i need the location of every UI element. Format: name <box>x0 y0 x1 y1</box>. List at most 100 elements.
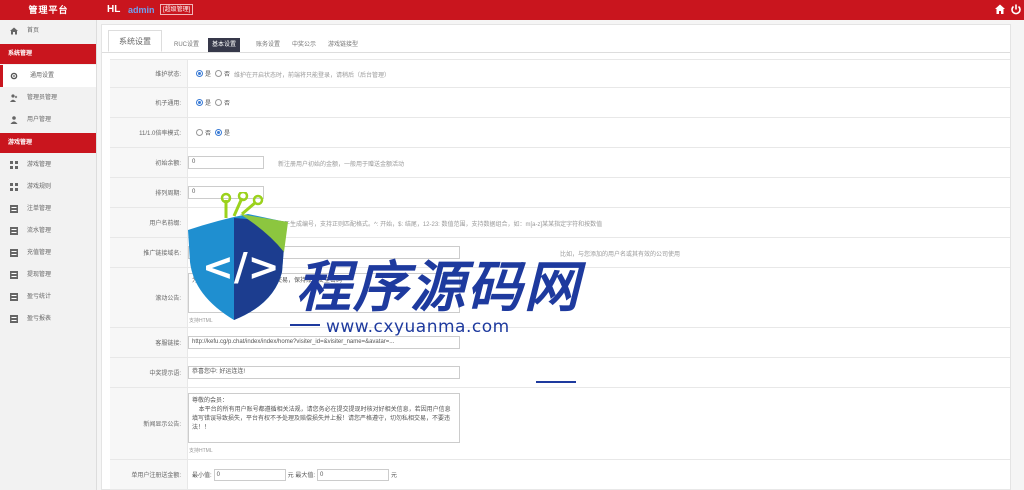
form-row-rate-mode: 11/1.0倍率模式: 否 是 <box>110 118 1010 148</box>
form-label: 机子通用: <box>110 88 188 117</box>
maintenance-yes-radio[interactable] <box>196 70 203 77</box>
tab-bar: 系统设置 RUC设置 基本设置 账务设置 中奖公示 游戏链接型 <box>102 25 1010 53</box>
form-row-machine: 机子通用: 是 否 <box>110 88 1010 118</box>
tab-finance-settings[interactable]: 账务设置 <box>252 38 284 52</box>
sidebar-item-game-management[interactable]: 游戏管理 <box>0 154 96 176</box>
form-row-register-bonus: 单用户注册送金额: 最小值: 0 元 最大值: 0 元 <box>110 460 1010 490</box>
form-row-news-notice: 新闻显示公告: 尊敬的会员： 本平台的所有用户账号都遵循相关法规，请您务必在提交… <box>110 388 1010 460</box>
unit-label: 元 <box>391 473 398 479</box>
sidebar-item-flow[interactable]: 流水管理 <box>0 220 96 242</box>
form-label: 维护状态: <box>110 60 188 87</box>
form-label: 客服链接: <box>110 328 188 357</box>
sidebar-item-profit-stats[interactable]: 盈亏统计 <box>0 286 96 308</box>
sidebar-item-general-settings[interactable]: 通用设置 <box>0 65 96 87</box>
top-bar: 管理平台 HL admin [超级管理] <box>0 0 1024 20</box>
form-label: 排列周期: <box>110 178 188 207</box>
sidebar-item-bet-orders[interactable]: 注单管理 <box>0 198 96 220</box>
sidebar-item-label: 注单管理 <box>27 206 52 212</box>
radio-label: 是 <box>205 101 212 107</box>
sidebar-item-label: 管理员管理 <box>27 95 58 101</box>
form-label: 11/1.0倍率模式: <box>110 118 188 147</box>
sidebar-item-game-rules[interactable]: 游戏规则 <box>0 176 96 198</box>
rate-mode-no-radio[interactable] <box>196 129 203 136</box>
sidebar-item-home[interactable]: 首页 <box>0 20 96 42</box>
radio-label: 否 <box>224 101 231 107</box>
rate-mode-yes-radio[interactable] <box>215 129 223 136</box>
max-label: 元 最大值: <box>287 473 316 479</box>
maintenance-no-radio[interactable] <box>215 70 223 77</box>
radio-label: 否 <box>205 131 212 137</box>
form-label: 单用户注册送金额: <box>110 460 188 489</box>
users-icon <box>10 94 18 102</box>
watermark-url: www.cxyuanma.com <box>326 317 510 337</box>
list-icon <box>10 271 18 279</box>
form-label: 中奖提示语: <box>110 358 188 387</box>
news-notice-textarea[interactable]: 尊敬的会员： 本平台的所有用户账号都遵循相关法规，请您务必在提交提现时核对好相关… <box>188 393 460 443</box>
grid-icon <box>10 183 18 191</box>
radio-label: 是 <box>205 72 212 78</box>
grid-icon <box>10 161 18 169</box>
rate-mode-radio-group: 否 是 <box>196 118 234 147</box>
list-icon <box>10 227 18 235</box>
sidebar-item-label: 盈亏报表 <box>27 316 52 322</box>
sidebar-section-system[interactable]: 系统管理 <box>0 44 96 64</box>
watermark-shield-logo: </> <box>188 192 288 320</box>
form-label: 用户名前缀: <box>110 208 188 237</box>
form-label: 滚动公告: <box>110 268 188 327</box>
tab-basic-settings[interactable]: 基本设置 <box>208 38 241 52</box>
svg-text:</>: </> <box>202 245 280 289</box>
machine-no-radio[interactable] <box>215 99 223 106</box>
home-icon <box>10 27 18 35</box>
radio-label: 是 <box>224 131 231 137</box>
sidebar-item-withdraw[interactable]: 提现管理 <box>0 264 96 286</box>
current-user[interactable]: admin <box>128 0 155 20</box>
max-bonus-input[interactable]: 0 <box>317 468 390 481</box>
sidebar-item-label: 游戏规则 <box>27 184 52 190</box>
gear-icon <box>10 72 18 80</box>
app-logo-text: HL <box>107 4 121 15</box>
min-label: 最小值: <box>192 473 212 479</box>
sidebar-item-user-management[interactable]: 用户管理 <box>0 109 96 131</box>
tab-system-settings[interactable]: 系统设置 <box>108 30 162 52</box>
sidebar-item-label: 游戏管理 <box>27 162 52 168</box>
sidebar-item-label: 首页 <box>27 28 40 34</box>
sidebar-item-admin-management[interactable]: 管理员管理 <box>0 87 96 109</box>
sidebar-item-label: 用户管理 <box>27 117 52 123</box>
initial-balance-hint: 新注册用户初始的金额，一般用于赠送金额活动 <box>278 162 405 168</box>
sidebar: 首页 系统管理 通用设置 管理员管理 用户管理 游戏管理 游戏管理 游戏规则 注… <box>0 20 97 490</box>
sidebar-item-label: 通用设置 <box>30 73 55 79</box>
list-icon <box>10 205 18 213</box>
machine-yes-radio[interactable] <box>196 99 203 106</box>
register-bonus-controls: 最小值: 0 元 最大值: 0 元 <box>192 460 397 489</box>
radio-label: 否 <box>224 72 231 78</box>
user-icon <box>10 116 18 124</box>
watermark: </> 程序源码网 www.cxyuanma.com <box>178 192 618 392</box>
sidebar-section-game[interactable]: 游戏管理 <box>0 133 96 153</box>
initial-balance-input[interactable]: 0 <box>188 156 264 169</box>
sidebar-item-label: 充值管理 <box>27 250 52 256</box>
list-icon <box>10 315 18 323</box>
list-icon <box>10 249 18 257</box>
home-icon[interactable] <box>994 3 1006 16</box>
list-icon <box>10 293 18 301</box>
form-label: 新闻显示公告: <box>110 388 188 459</box>
role-badge: [超级管理] <box>160 4 194 15</box>
form-row-maintenance: 维护状态: 是 否 维护在开启状态时，前端将只能登录，请稍后（后台管理） <box>110 60 1010 88</box>
machine-radio-group: 是 否 <box>196 88 234 117</box>
form-row-initial-balance: 初始余额: 0 新注册用户初始的金额，一般用于赠送金额活动 <box>110 148 1010 178</box>
watermark-title: 程序源码网 <box>296 255 582 319</box>
sidebar-item-label: 流水管理 <box>27 228 52 234</box>
sidebar-item-label: 盈亏统计 <box>27 294 52 300</box>
form-label: 初始余额: <box>110 148 188 177</box>
html-support-note: 支持HTML <box>189 448 213 454</box>
power-icon[interactable] <box>1010 3 1022 16</box>
tab-game-links[interactable]: 游戏链接型 <box>324 38 362 52</box>
brand-title: 管理平台 <box>28 5 69 15</box>
sidebar-item-label: 提现管理 <box>27 272 52 278</box>
sidebar-item-recharge[interactable]: 充值管理 <box>0 242 96 264</box>
tab-ruc-settings[interactable]: RUC设置 <box>170 38 203 52</box>
min-bonus-input[interactable]: 0 <box>213 468 286 481</box>
sidebar-item-profit-report[interactable]: 盈亏报表 <box>0 308 96 330</box>
maintenance-hint: 维护在开启状态时，前端将只能登录，请稍后（后台管理） <box>234 73 391 79</box>
tab-winner-notice[interactable]: 中奖公示 <box>288 38 320 52</box>
